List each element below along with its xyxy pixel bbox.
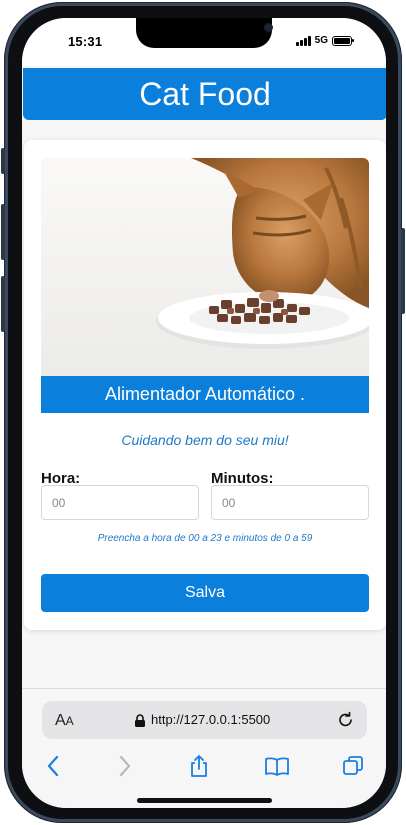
status-bar: 15:31 5G — [22, 18, 386, 66]
input-hint: Preencha a hora de 00 a 23 e minutos de … — [97, 533, 313, 544]
app-title: Cat Food — [139, 75, 271, 112]
volume-down-button — [1, 276, 5, 332]
text-size-label-small: A — [65, 714, 74, 728]
battery-icon — [332, 35, 354, 46]
status-indicators: 5G — [295, 35, 354, 46]
feeder-card: Alimentador Automático . Cuidando bem do… — [24, 140, 386, 630]
tagline: Cuidando bem do seu miu! — [121, 432, 289, 448]
network-type: 5G — [314, 35, 328, 46]
status-time: 15:31 — [68, 34, 103, 49]
share-icon[interactable] — [184, 753, 214, 779]
chevron-right-icon[interactable] — [110, 753, 140, 779]
url-text: http://127.0.0.1:5500 — [151, 712, 271, 727]
minutes-input[interactable] — [211, 485, 369, 520]
cat-eating-photo — [41, 158, 369, 376]
hour-input[interactable] — [41, 485, 199, 520]
signal-icon — [295, 35, 311, 46]
browser-toolbar: AA http://127.0.0.1:5500 — [22, 688, 386, 808]
tabs-icon[interactable] — [338, 753, 368, 779]
home-indicator[interactable] — [137, 798, 272, 803]
mute-switch — [1, 148, 5, 174]
save-button[interactable]: Salva — [41, 574, 369, 612]
address-bar[interactable]: AA http://127.0.0.1:5500 — [42, 701, 367, 739]
text-size-button[interactable]: AA — [55, 712, 74, 730]
text-size-label-big: A — [55, 712, 66, 729]
feeder-banner: Alimentador Automático . — [41, 376, 369, 413]
reload-icon[interactable] — [337, 711, 355, 734]
camera — [264, 23, 273, 32]
power-button — [401, 228, 405, 314]
book-icon[interactable] — [262, 753, 292, 779]
chevron-left-icon[interactable] — [38, 753, 68, 779]
screen: 15:31 5G Cat Food Alimentador Automático… — [22, 18, 386, 808]
notch — [136, 18, 273, 48]
app-header: Cat Food — [23, 68, 386, 120]
volume-up-button — [1, 204, 5, 260]
lock-icon — [134, 714, 146, 732]
